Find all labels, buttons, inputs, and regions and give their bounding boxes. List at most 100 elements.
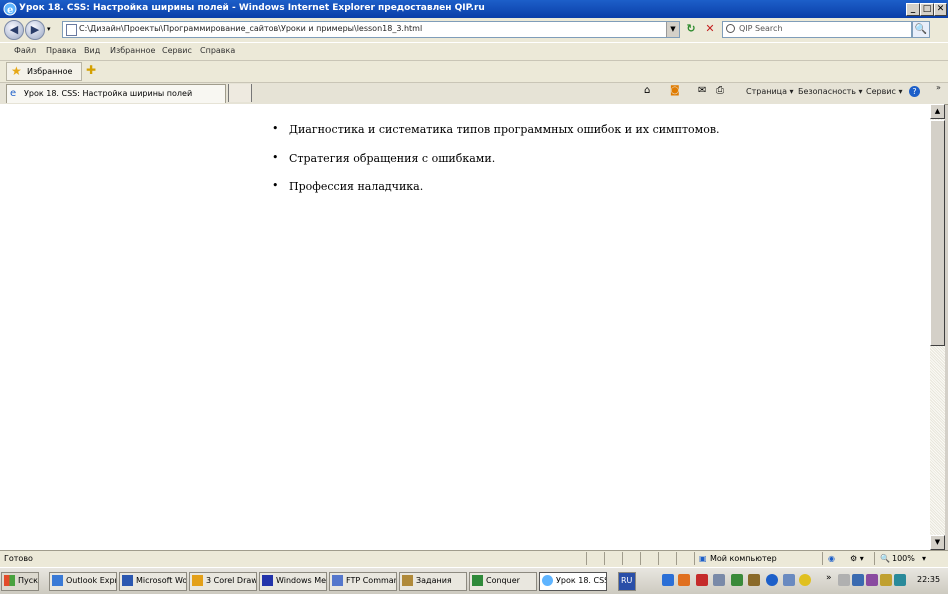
taskbar-button-label: FTP Commander	[346, 576, 396, 585]
safety-menu[interactable]: Безопасность ▾	[798, 87, 863, 96]
mail-icon[interactable]: ✉	[698, 85, 706, 96]
stop-icon[interactable]: ✕	[703, 22, 717, 36]
menu-view[interactable]: Вид	[84, 46, 100, 55]
tray-expand-icon[interactable]: »	[826, 573, 832, 583]
forward-button[interactable]: ▶	[25, 20, 45, 40]
taskbar-button-label: Windows Media	[276, 576, 327, 585]
tray-icon[interactable]	[866, 574, 878, 586]
home-icon[interactable]: ⌂	[644, 85, 650, 96]
taskbar-button[interactable]: Microsoft Word	[119, 572, 187, 591]
refresh-icon[interactable]: ↻	[684, 22, 698, 36]
page-content: • Диагностика и систематика типов програ…	[0, 104, 930, 550]
search-input[interactable]: QIP Search	[722, 21, 912, 38]
address-dropdown-icon[interactable]: ▼	[666, 22, 679, 37]
app-icon[interactable]	[783, 574, 795, 586]
taskbar-button[interactable]: Conquer	[469, 572, 537, 591]
maximize-button[interactable]: □	[920, 3, 934, 16]
app-icon[interactable]	[731, 574, 743, 586]
tab-active[interactable]: e Урок 18. CSS: Настройка ширины полей	[6, 84, 226, 103]
outlook-icon	[52, 575, 63, 586]
address-toolbar: ◀ ▶ ▾ C:\Дизайн\Проекты\Программирование…	[0, 18, 948, 42]
page-icon	[66, 24, 77, 36]
bullet-icon: •	[272, 151, 279, 164]
language-indicator[interactable]: RU	[618, 572, 636, 591]
menu-favorites[interactable]: Избранное	[110, 46, 155, 55]
tools-menu[interactable]: Сервис ▾	[866, 87, 902, 96]
add-favorite-icon[interactable]: ✚	[86, 63, 96, 77]
address-url: C:\Дизайн\Проекты\Программирование_сайто…	[79, 24, 423, 33]
bullet-icon: •	[272, 122, 279, 135]
zone-text: Мой компьютер	[710, 554, 777, 563]
scroll-thumb[interactable]	[930, 120, 945, 346]
taskbar-button-label: 3 Corel Draw	[206, 576, 257, 585]
menu-help[interactable]: Справка	[200, 46, 235, 55]
settings-icon[interactable]: ⚙ ▾	[850, 554, 864, 563]
protected-mode-icon[interactable]: ◉	[828, 554, 835, 563]
taskbar-button[interactable]: Задания	[399, 572, 467, 591]
firefox-icon[interactable]	[678, 574, 690, 586]
tray-icon[interactable]	[852, 574, 864, 586]
clock[interactable]: 22:35	[917, 575, 940, 584]
status-bar: Готово ▣ Мой компьютер ◉ ⚙ ▾ 🔍 100% ▾	[0, 550, 948, 567]
star-icon: ★	[11, 64, 22, 78]
vertical-scrollbar[interactable]: ▲ ▼	[930, 104, 945, 550]
word-icon	[122, 575, 133, 586]
status-text: Готово	[4, 554, 33, 563]
help-icon[interactable]: ?	[909, 86, 920, 97]
address-input[interactable]: C:\Дизайн\Проекты\Программирование_сайто…	[62, 21, 680, 38]
new-tab-button[interactable]	[228, 84, 252, 102]
feeds-icon[interactable]: ◙	[670, 85, 680, 96]
tasks-icon	[402, 575, 413, 586]
tray-icon[interactable]	[838, 574, 850, 586]
taskbar-button[interactable]: Windows Media	[259, 572, 327, 591]
list-item-text: Диагностика и систематика типов программ…	[289, 123, 720, 136]
search-go-button[interactable]: 🔍	[912, 21, 930, 38]
media-icon	[262, 575, 273, 586]
app-icon[interactable]	[748, 574, 760, 586]
taskbar-button-label: Урок 18. CSS	[556, 576, 607, 585]
computer-icon: ▣	[699, 554, 707, 563]
excel-icon	[472, 575, 483, 586]
more-commands-icon[interactable]: »	[936, 83, 941, 92]
back-button[interactable]: ◀	[4, 20, 24, 40]
minimize-button[interactable]: _	[906, 3, 920, 16]
window-title: Урок 18. CSS: Настройка ширины полей - W…	[19, 3, 485, 13]
close-button[interactable]: ✕	[934, 3, 947, 16]
opera-icon[interactable]	[696, 574, 708, 586]
menu-file[interactable]: Файл	[14, 46, 36, 55]
ftp-icon	[332, 575, 343, 586]
coreldraw-icon	[192, 575, 203, 586]
tab-title: Урок 18. CSS: Настройка ширины полей	[24, 89, 193, 98]
zoom-level[interactable]: 100%	[892, 554, 915, 563]
menu-edit[interactable]: Правка	[46, 46, 76, 55]
language-label: RU	[621, 576, 633, 585]
taskbar-button-active[interactable]: Урок 18. CSS	[539, 572, 607, 591]
start-button[interactable]: Пуск	[1, 572, 39, 591]
app-icon[interactable]	[799, 574, 811, 586]
zoom-dropdown-icon[interactable]: ▾	[922, 554, 926, 563]
tray-icon[interactable]	[880, 574, 892, 586]
taskbar-button[interactable]: 3 Corel Draw	[189, 572, 257, 591]
list-item-text: Стратегия обращения с ошибками.	[289, 152, 496, 165]
network-icon[interactable]	[662, 574, 674, 586]
scroll-down-icon[interactable]: ▼	[930, 535, 945, 550]
ie-icon	[542, 575, 553, 586]
page-menu[interactable]: Страница ▾	[746, 87, 794, 96]
history-dropdown-icon[interactable]: ▾	[47, 25, 51, 33]
app-icon[interactable]	[713, 574, 725, 586]
print-icon[interactable]: ⎙	[716, 85, 724, 96]
scroll-up-icon[interactable]: ▲	[930, 104, 945, 119]
ie-page-icon: e	[10, 88, 17, 99]
menu-tools[interactable]: Сервис	[162, 46, 192, 55]
favorites-label: Избранное	[27, 67, 73, 76]
favorites-button[interactable]: ★ Избранное	[6, 62, 82, 81]
favorites-bar	[0, 60, 948, 83]
taskbar-button-label: Outlook Express	[66, 576, 116, 585]
taskbar-button[interactable]: Outlook Express	[49, 572, 117, 591]
ie-tray-icon[interactable]	[766, 574, 778, 586]
window-titlebar[interactable]: e Урок 18. CSS: Настройка ширины полей -…	[0, 0, 948, 18]
search-placeholder: QIP Search	[739, 24, 783, 33]
svg-text:e: e	[7, 5, 13, 16]
tray-icon[interactable]	[894, 574, 906, 586]
taskbar-button[interactable]: FTP Commander	[329, 572, 397, 591]
